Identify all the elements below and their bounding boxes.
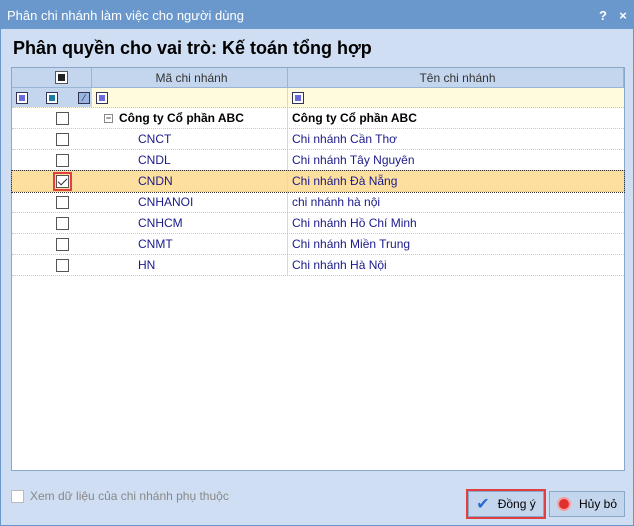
table-row[interactable]: CNHCM Chi nhánh Hồ Chí Minh [12,213,624,234]
collapse-icon[interactable]: − [104,113,113,123]
page-title: Phân quyền cho vai trò: Kế toán tổng hợp [13,38,372,58]
row-checkbox[interactable] [55,153,69,167]
branch-code: CNHANOI [138,195,194,209]
column-header-name[interactable]: Tên chi nhánh [288,68,624,87]
branch-name: Chi nhánh Hà Nội [292,258,387,272]
table-row[interactable]: CNCT Chi nhánh Cần Thơ [12,129,624,150]
branch-code: CNMT [138,237,173,251]
table-row[interactable]: CNHANOI chi nhánh hà nội [12,192,624,213]
cancel-button[interactable]: Hủy bỏ [549,491,625,517]
branch-name: Công ty Cổ phần ABC [292,111,417,125]
filter-icon[interactable] [16,91,28,104]
filter-clear-icon[interactable]: ⁄ [78,91,90,104]
window-title: Phân chi nhánh làm việc cho người dùng [7,7,244,23]
branch-code: CNHCM [138,216,183,230]
table-row[interactable]: − Công ty Cổ phần ABC Công ty Cổ phần ABC [12,108,624,129]
branch-name: Chi nhánh Đà Nẵng [292,174,398,188]
filter-name-icon[interactable] [292,91,304,104]
filter-code-icon[interactable] [96,91,108,104]
close-button[interactable]: × [613,8,633,23]
column-header-code[interactable]: Mã chi nhánh [92,68,288,87]
row-checkbox[interactable] [55,195,69,209]
ok-button[interactable]: ✔ Đồng ý [466,489,546,519]
branch-name: Chi nhánh Miền Trung [292,237,411,251]
table-row[interactable]: CNMT Chi nhánh Miền Trung [12,234,624,255]
branch-code: HN [138,258,156,272]
row-checkbox[interactable] [55,258,69,272]
cancel-icon [556,497,571,511]
branch-name: chi nhánh hà nội [292,195,381,209]
branch-name: Chi nhánh Hồ Chí Minh [292,216,417,230]
table-row[interactable]: CNDN Chi nhánh Đà Nẵng [11,170,625,193]
help-button[interactable]: ? [593,8,613,23]
branch-code: CNCT [138,132,172,146]
row-checkbox[interactable] [55,237,69,251]
table-row[interactable]: HN Chi nhánh Hà Nội [12,255,624,276]
filter-checkbox-icon[interactable] [46,91,58,104]
row-checkbox[interactable] [55,132,69,146]
branch-grid: Mã chi nhánh Tên chi nhánh ⁄ − Công ty Cổ… [11,67,625,471]
include-sub-branches-checkbox[interactable] [11,489,24,503]
branch-code: CNDN [138,174,173,188]
row-checkbox[interactable] [55,111,69,125]
branch-name: Chi nhánh Tây Nguyên [292,153,415,167]
table-row[interactable]: CNDL Chi nhánh Tây Nguyên [12,150,624,171]
branch-code: CNDL [138,153,171,167]
grid-header: Mã chi nhánh Tên chi nhánh [12,68,624,88]
include-sub-branches-label: Xem dữ liệu của chi nhánh phụ thuộc [30,489,229,503]
select-all-checkbox[interactable] [55,71,68,84]
title-bar: Phân chi nhánh làm việc cho người dùng ?… [1,1,633,29]
branch-name: Chi nhánh Cần Thơ [292,132,398,146]
include-sub-branches-option[interactable]: Xem dữ liệu của chi nhánh phụ thuộc [11,489,229,503]
branch-code: Công ty Cổ phần ABC [119,111,244,125]
dialog: Phân chi nhánh làm việc cho người dùng ?… [0,0,634,526]
row-checkbox[interactable] [55,216,69,230]
check-icon: ✔ [476,496,490,513]
filter-row: ⁄ [12,88,624,108]
row-checkbox[interactable] [52,171,72,191]
